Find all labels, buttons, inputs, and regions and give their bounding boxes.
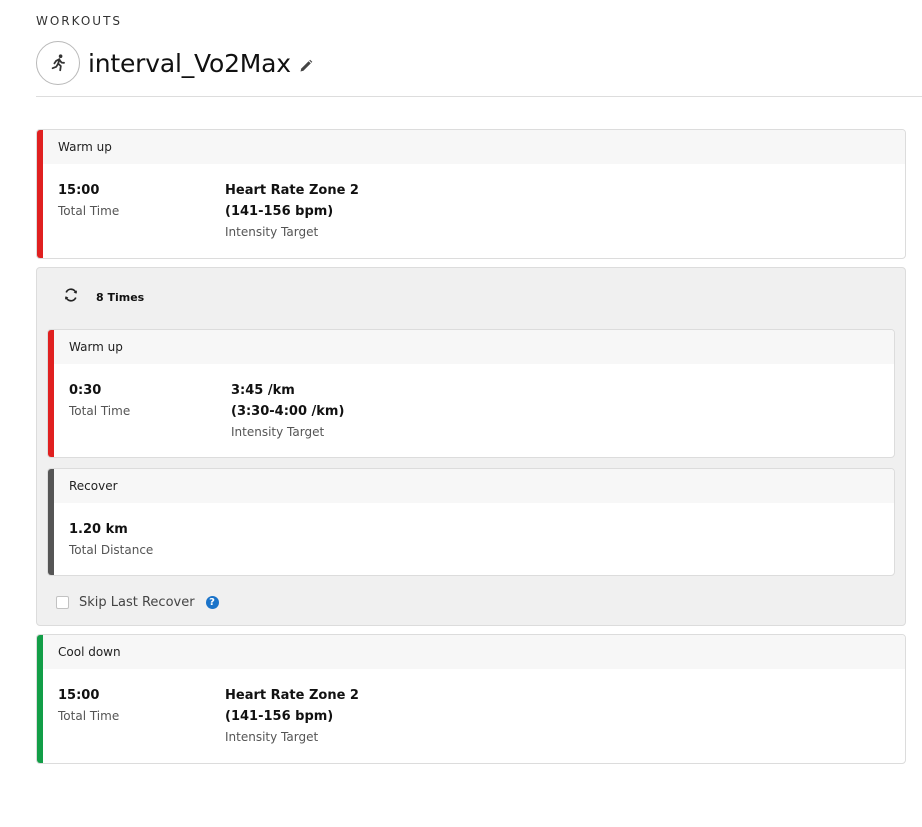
step-duration-value: 15:00 [58, 183, 100, 198]
step-color-bar [48, 330, 54, 457]
pencil-icon[interactable] [299, 59, 313, 73]
workout-step-cool-down[interactable]: Cool down 15:00 Total Time Heart Rate Zo… [36, 634, 906, 764]
step-label: Warm up [48, 330, 894, 364]
workout-title: interval_Vo2Max [88, 48, 291, 78]
step-label: Cool down [37, 635, 905, 669]
breadcrumb[interactable]: WORKOUTS [36, 14, 122, 28]
step-target-range: (3:30-4:00 /km) [231, 404, 345, 419]
skip-last-recover-option: Skip Last Recover ? [56, 595, 219, 610]
step-label: Recover [48, 469, 894, 503]
step-color-bar [37, 130, 43, 258]
step-duration-label: Total Time [69, 404, 131, 418]
step-duration-value: 0:30 [69, 383, 102, 398]
help-icon[interactable]: ? [205, 596, 219, 609]
skip-last-recover-label[interactable]: Skip Last Recover [79, 595, 195, 610]
repeat-count-label: 8 Times [96, 290, 145, 304]
workout-step-warm-up[interactable]: Warm up 15:00 Total Time Heart Rate Zone… [36, 129, 906, 259]
step-color-bar [37, 635, 43, 763]
step-target-range: (141-156 bpm) [225, 204, 334, 219]
skip-last-recover-checkbox[interactable] [56, 596, 69, 609]
running-person-icon [36, 41, 80, 85]
step-target-range: (141-156 bpm) [225, 709, 334, 724]
step-target-label: Intensity Target [225, 730, 319, 744]
step-duration-label: Total Time [58, 204, 120, 218]
workout-header: interval_Vo2Max [36, 41, 313, 85]
step-target-value: Heart Rate Zone 2 [225, 688, 359, 703]
step-target-value: Heart Rate Zone 2 [225, 183, 359, 198]
step-target-label: Intensity Target [231, 425, 325, 439]
step-duration-value: 15:00 [58, 688, 100, 703]
workout-step-recover[interactable]: Recover 1.20 km Total Distance [47, 468, 895, 576]
header-divider [36, 96, 922, 97]
step-distance-label: Total Distance [69, 543, 154, 557]
workout-step-warm-up[interactable]: Warm up 0:30 Total Time 3:45 /km (3:30-4… [47, 329, 895, 458]
step-target-value: 3:45 /km [231, 383, 295, 398]
repeat-icon [63, 287, 79, 307]
step-duration-label: Total Time [58, 709, 120, 723]
step-distance-value: 1.20 km [69, 522, 128, 537]
step-color-bar [48, 469, 54, 575]
step-label: Warm up [37, 130, 905, 164]
step-target-label: Intensity Target [225, 225, 319, 239]
repeat-block[interactable]: 8 Times Warm up 0:30 Total Time 3:45 /km… [36, 267, 906, 626]
